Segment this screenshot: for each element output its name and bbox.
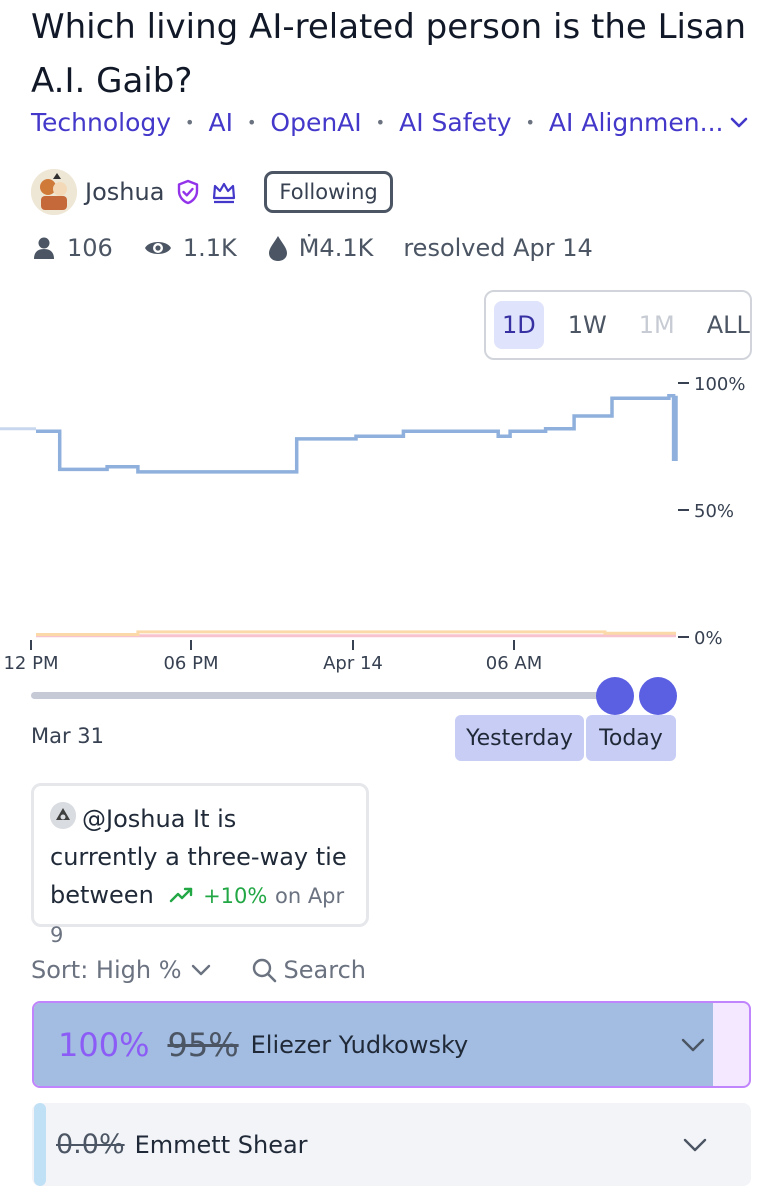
yesterday-button[interactable]: Yesterday xyxy=(455,715,584,761)
trend-value: +10% xyxy=(203,884,268,908)
answer-name: Eliezer Yudkowsky xyxy=(250,1030,469,1059)
range-1d-button[interactable]: 1D xyxy=(494,301,544,349)
tag-separator: • xyxy=(525,112,535,132)
series-line xyxy=(36,393,678,474)
search-icon xyxy=(252,958,276,983)
verified-shield-icon xyxy=(178,179,199,205)
following-button[interactable]: Following xyxy=(264,171,393,213)
tag-row: Technology • AI • OpenAI • AI Safety • A… xyxy=(31,104,751,140)
author-name[interactable]: Joshua xyxy=(85,178,164,206)
traders-stat: 106 xyxy=(31,234,113,262)
range-1w-button[interactable]: 1W xyxy=(560,301,615,349)
chevron-down-icon[interactable] xyxy=(679,1033,707,1057)
answer-row[interactable]: 0.0% Emmett Shear xyxy=(32,1103,751,1186)
crown-icon xyxy=(213,182,236,204)
answer-resolved-percent: 100% xyxy=(58,1025,150,1064)
y-tick-label: 0% xyxy=(694,628,723,649)
x-tick-label: 06 PM xyxy=(163,653,218,674)
droplet-icon xyxy=(268,236,287,261)
views-count: 1.1K xyxy=(182,234,237,262)
views-stat: 1.1K xyxy=(143,234,237,262)
sort-search-row: Sort: High % Search xyxy=(31,952,366,988)
range-all-button[interactable]: ALL xyxy=(699,301,758,349)
y-tick-label: 100% xyxy=(694,374,745,395)
tag-separator: • xyxy=(375,112,386,132)
answer-row[interactable]: 100% 95% Eliezer Yudkowsky xyxy=(32,1001,751,1088)
tag-separator: • xyxy=(246,112,257,132)
answer-probability-bar xyxy=(34,1103,46,1186)
answer-previous-percent: 0.0% xyxy=(56,1129,125,1160)
tag-ai-safety[interactable]: AI Safety xyxy=(399,108,511,137)
chevron-down-icon[interactable] xyxy=(727,110,751,134)
volume-stat: Ṁ4.1K xyxy=(267,234,374,262)
answer-previous-percent: 95% xyxy=(167,1025,239,1064)
sort-dropdown[interactable]: Sort: High % xyxy=(31,956,182,984)
range-1m-button: 1M xyxy=(638,311,675,339)
answer-name: Emmett Shear xyxy=(134,1130,308,1159)
question-title: Which living AI-related person is the Li… xyxy=(31,7,747,101)
slider-end-handle[interactable] xyxy=(639,677,677,715)
time-range-selector: 1D 1W 1M ALL xyxy=(484,290,752,360)
avatar[interactable] xyxy=(31,169,77,215)
tag-technology[interactable]: Technology xyxy=(31,108,171,137)
x-tick-label: 12 PM xyxy=(3,653,58,674)
timeline-start-label: Mar 31 xyxy=(31,724,105,748)
answer-content: 0.0% Emmett Shear xyxy=(56,1103,308,1186)
tag-ai[interactable]: AI xyxy=(208,108,232,137)
y-tick-label: 50% xyxy=(694,501,734,522)
x-tick-label: 06 AM xyxy=(486,653,542,674)
answer-content: 100% 95% Eliezer Yudkowsky xyxy=(58,1003,468,1086)
series-line xyxy=(36,630,676,636)
tag-separator: • xyxy=(185,112,195,132)
probability-chart[interactable]: 100% 50% 0% 12 PM 06 PM Apr 14 06 AM xyxy=(0,360,782,690)
x-tick-label: Apr 14 xyxy=(323,653,383,674)
today-button[interactable]: Today xyxy=(586,715,676,761)
stats-row: 106 1.1K Ṁ4.1K resolved Apr 14 xyxy=(31,230,623,266)
commenter-avatar xyxy=(50,802,76,829)
chevron-down-icon[interactable] xyxy=(188,958,214,982)
comment-card[interactable]: @Joshua It is currently a three-way tie … xyxy=(31,783,369,947)
author-row: Joshua Following xyxy=(31,166,393,218)
slider-start-handle[interactable] xyxy=(596,677,634,715)
tag-ai-alignment[interactable]: AI Alignmen... xyxy=(549,108,724,137)
search-button[interactable]: Search xyxy=(250,956,366,984)
chevron-down-icon[interactable] xyxy=(681,1133,709,1157)
trend-up-icon xyxy=(170,887,193,903)
search-label: Search xyxy=(283,956,366,984)
tag-openai[interactable]: OpenAI xyxy=(270,108,361,137)
resolved-status: resolved Apr 14 xyxy=(403,234,593,262)
volume-amount: Ṁ4.1K xyxy=(298,234,374,262)
traders-count: 106 xyxy=(67,234,113,262)
timeline-slider-track[interactable] xyxy=(31,692,631,699)
eye-icon xyxy=(144,242,171,254)
person-icon xyxy=(34,237,54,259)
